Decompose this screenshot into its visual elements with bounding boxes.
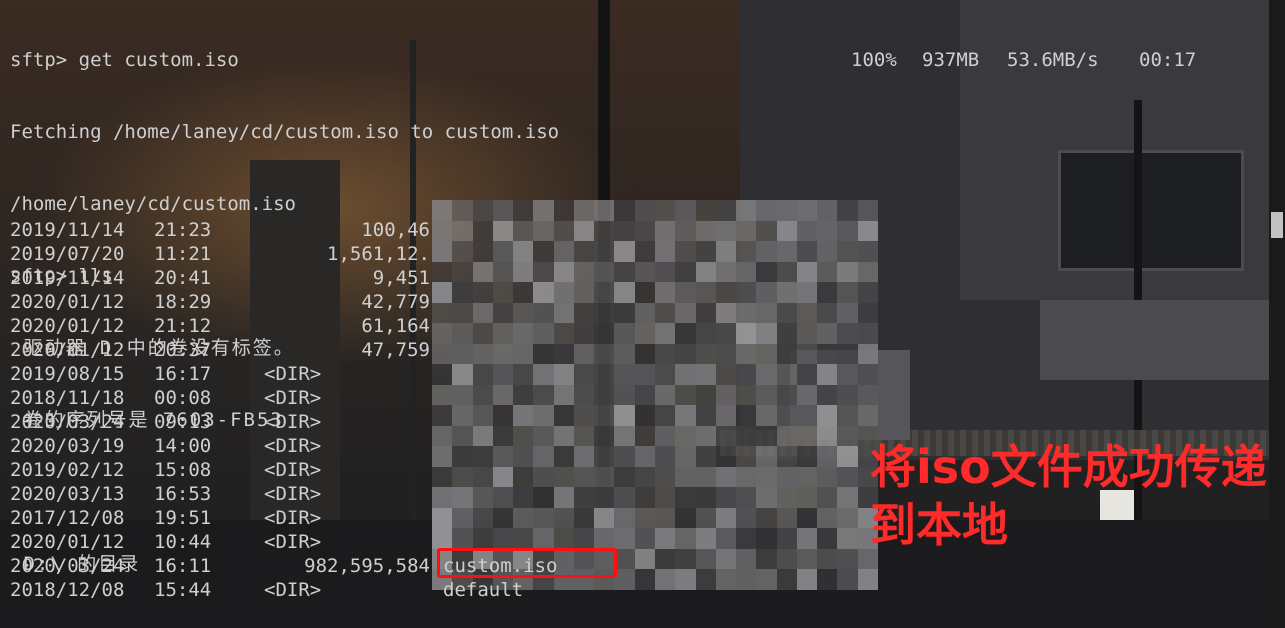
list-item: 2020/01/12 21:12 61,164	[10, 314, 430, 338]
list-item: 2019/02/12 15:08 <DIR>	[10, 458, 430, 482]
highlight-box	[437, 548, 617, 578]
listing-date: 2020/03/19	[10, 435, 125, 457]
building-window	[1058, 150, 1244, 271]
listing-dir: <DIR>	[264, 579, 322, 601]
annotation-text: 将iso文件成功传递到本地	[870, 440, 1267, 552]
list-item: 2020/01/12 20:37 47,759	[10, 338, 430, 362]
listing-dir: <DIR>	[264, 459, 322, 481]
listing-dir: <DIR>	[264, 363, 322, 385]
listing-time: 21:23	[154, 219, 212, 241]
transfer-speed: 53.6MB/s	[1007, 49, 1099, 71]
list-item: 2020/03/24 09:13 <DIR>	[10, 410, 430, 434]
list-item: 2020/03/13 16:53 <DIR>	[10, 482, 430, 506]
listing-time: 00:08	[154, 387, 212, 409]
list-item: 2020/01/12 18:29 42,779	[10, 290, 430, 314]
listing-dir: <DIR>	[264, 387, 322, 409]
listing-size: 982,595,584	[304, 555, 430, 577]
listing-dir: <DIR>	[264, 411, 322, 433]
listing-time: 20:41	[154, 267, 212, 289]
list-item: 2018/11/18 00:08 <DIR>	[10, 386, 430, 410]
listing-time: 14:00	[154, 435, 212, 457]
terminal-line: Fetching /home/laney/cd/custom.iso to cu…	[10, 121, 560, 143]
listing-date: 2020/03/13	[10, 483, 125, 505]
listing-date: 2020/03/24	[10, 555, 125, 577]
list-item: 2019/07/20 11:21 1,561,12.	[10, 242, 430, 266]
listing-size: 100,46	[361, 219, 430, 241]
listing-size: 61,164	[361, 315, 430, 337]
listing-time: 21:12	[154, 315, 212, 337]
list-item: 2019/11/14 20:41 9,451	[10, 266, 430, 290]
list-item: 2019/11/14 21:23 100,46	[10, 218, 430, 242]
list-item: 2020/03/24 16:11 982,595,584 custom.iso	[10, 554, 557, 578]
listing-name: default	[443, 579, 524, 601]
listing-time: 15:44	[154, 579, 212, 601]
list-item: 2017/12/08 19:51 <DIR>	[10, 506, 430, 530]
listing-time: 18:29	[154, 291, 212, 313]
listing-dir: <DIR>	[264, 435, 322, 457]
listing-date: 2019/08/15	[10, 363, 125, 385]
listing-size: 42,779	[361, 291, 430, 313]
listing-date: 2020/01/12	[10, 339, 125, 361]
listing-time: 15:08	[154, 459, 212, 481]
shop-banner	[1040, 300, 1285, 380]
listing-date: 2020/01/12	[10, 315, 125, 337]
listing-date: 2020/01/12	[10, 531, 125, 553]
listing-dir: <DIR>	[264, 531, 322, 553]
terminal-line: /home/laney/cd/custom.iso	[10, 193, 296, 215]
listing-time: 10:44	[154, 531, 212, 553]
transfer-eta: 00:17	[1139, 49, 1197, 71]
listing-date: 2018/12/08	[10, 579, 125, 601]
terminal-line: sftp> get custom.iso	[10, 49, 239, 71]
listing-date: 2020/03/24	[10, 411, 125, 433]
listing-dir: <DIR>	[264, 483, 322, 505]
listing-time: 09:13	[154, 411, 212, 433]
listing-time: 20:37	[154, 339, 212, 361]
listing-date: 2017/12/08	[10, 507, 125, 529]
listing-date: 2020/01/12	[10, 291, 125, 313]
list-item: 2019/08/15 16:17 <DIR>	[10, 362, 430, 386]
listing-time: 16:53	[154, 483, 212, 505]
listing-dir: <DIR>	[264, 507, 322, 529]
scrollbar-thumb[interactable]	[1271, 212, 1283, 238]
listing-time: 16:17	[154, 363, 212, 385]
listing-size: 9,451	[372, 267, 430, 289]
listing-time: 19:51	[154, 507, 212, 529]
listing-date: 2019/07/20	[10, 243, 125, 265]
list-item: 2020/03/19 14:00 <DIR>	[10, 434, 430, 458]
list-item: 2018/12/08 15:44 <DIR> default	[10, 578, 523, 602]
listing-time: 16:11	[154, 555, 212, 577]
list-item: 2020/01/12 10:44 <DIR>	[10, 530, 430, 554]
transfer-size: 937MB	[922, 49, 980, 71]
listing-size: 47,759	[361, 339, 430, 361]
listing-date: 2019/02/12	[10, 459, 125, 481]
listing-date: 2018/11/18	[10, 387, 125, 409]
transfer-percent: 100%	[851, 49, 897, 71]
listing-date: 2019/11/14	[10, 267, 125, 289]
listing-time: 11:21	[154, 243, 212, 265]
listing-date: 2019/11/14	[10, 219, 125, 241]
listing-size: 1,561,12.	[327, 243, 430, 265]
